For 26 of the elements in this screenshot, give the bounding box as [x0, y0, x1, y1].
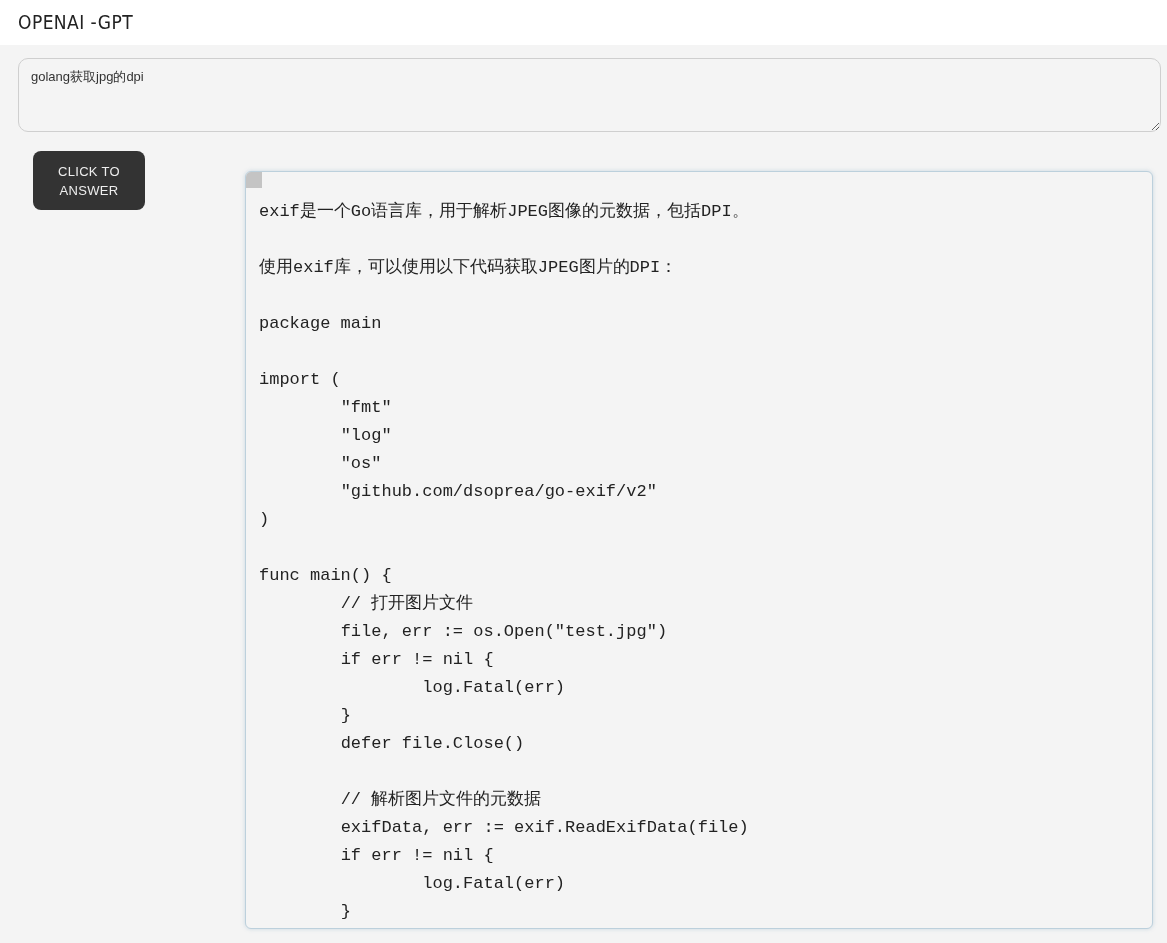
answer-line: if err != nil {: [339, 845, 494, 867]
answer-line: exif是一个Go语言库，用于解析JPEG图像的元数据，包括DPI。: [259, 200, 749, 223]
answer-box[interactable]: [245, 171, 1153, 929]
answer-line: log.Fatal(err): [421, 677, 566, 699]
answer-line: exifData, err := exif.ReadExifData(file): [339, 817, 749, 839]
answer-line: }: [339, 901, 351, 923]
answer-line: "log": [339, 425, 392, 447]
answer-line: // 解析图片文件的元数据: [339, 789, 542, 811]
answer-line: func main() {: [259, 565, 392, 587]
answer-line: "fmt": [339, 397, 392, 419]
answer-line: defer file.Close(): [339, 733, 525, 755]
answer-line: "github.com/dsoprea/go-exif/v2": [339, 481, 657, 503]
answer-line: if err != nil {: [339, 649, 494, 671]
answer-line: "os": [339, 453, 382, 475]
answer-line: }: [339, 705, 351, 727]
answer-line: log.Fatal(err): [421, 873, 566, 895]
answer-button[interactable]: CLICK TO ANSWER: [33, 151, 145, 210]
question-field[interactable]: golang获取jpg的dpi: [18, 58, 1161, 132]
answer-line: import (: [259, 369, 341, 391]
answer-line: file, err := os.Open("test.jpg"): [339, 621, 668, 643]
answer-line: package main: [259, 313, 382, 335]
app-title: OPENAI -GPT: [18, 10, 134, 36]
corner-square-icon: [246, 172, 262, 188]
answer-line: 使用exif库，可以使用以下代码获取JPEG图片的DPI：: [259, 256, 678, 279]
answer-line: ): [259, 509, 270, 531]
answer-line: // 打开图片文件: [339, 593, 474, 615]
